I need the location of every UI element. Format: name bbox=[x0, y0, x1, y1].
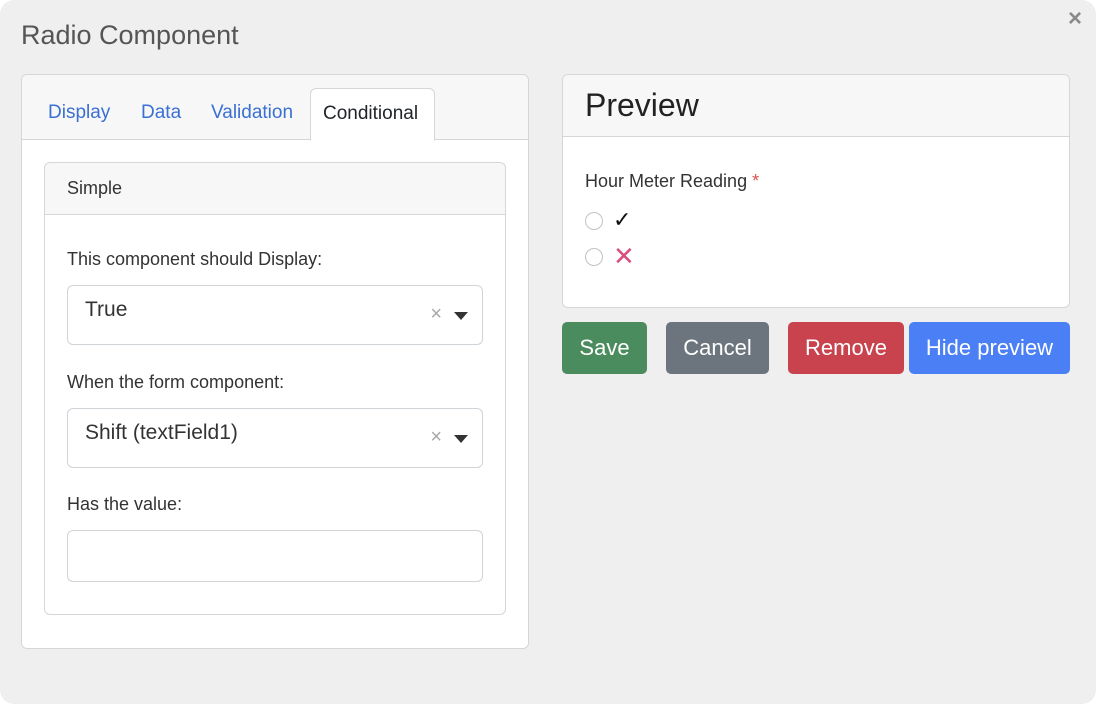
hide-preview-button[interactable]: Hide preview bbox=[909, 322, 1070, 374]
component-select[interactable]: Shift (textField1) × bbox=[67, 408, 483, 468]
chevron-down-icon[interactable] bbox=[454, 312, 468, 320]
clear-icon[interactable]: × bbox=[430, 427, 442, 447]
close-icon[interactable]: × bbox=[1062, 6, 1088, 32]
preview-panel: Preview Hour Meter Reading * ✓ ✕ bbox=[562, 74, 1070, 308]
simple-conditional-card: Simple This component should Display: Tr… bbox=[44, 162, 506, 615]
clear-icon[interactable]: × bbox=[430, 304, 442, 324]
component-select-value: Shift (textField1) bbox=[85, 421, 238, 444]
display-label: This component should Display: bbox=[67, 249, 323, 269]
cancel-button[interactable]: Cancel bbox=[666, 322, 769, 374]
value-input[interactable] bbox=[67, 530, 483, 582]
tab-bar: Display Data Validation Conditional bbox=[22, 75, 528, 141]
tab-validation[interactable]: Validation bbox=[199, 88, 305, 141]
required-marker: * bbox=[752, 171, 760, 191]
value-label: Has the value: bbox=[67, 494, 183, 514]
save-button[interactable]: Save bbox=[562, 322, 647, 374]
remove-button[interactable]: Remove bbox=[788, 322, 904, 374]
display-select-value: True bbox=[85, 298, 128, 321]
cross-icon: ✕ bbox=[613, 241, 635, 271]
dialog-title: Radio Component bbox=[21, 20, 239, 50]
preview-title: Preview bbox=[563, 75, 1069, 137]
tab-conditional[interactable]: Conditional bbox=[310, 88, 435, 141]
settings-panel: Display Data Validation Conditional Simp… bbox=[21, 74, 529, 649]
field-label-text: Hour Meter Reading bbox=[585, 171, 748, 191]
component-settings-dialog: × Radio Component Display Data Validatio… bbox=[0, 0, 1096, 704]
field-label: Hour Meter Reading * bbox=[585, 171, 759, 192]
tab-display[interactable]: Display bbox=[36, 88, 122, 141]
radio-button[interactable] bbox=[585, 212, 603, 230]
display-select[interactable]: True × bbox=[67, 285, 483, 345]
check-icon: ✓ bbox=[613, 207, 632, 232]
card-title: Simple bbox=[45, 163, 505, 215]
tab-data[interactable]: Data bbox=[129, 88, 193, 141]
component-label: When the form component: bbox=[67, 372, 285, 392]
chevron-down-icon[interactable] bbox=[454, 435, 468, 443]
radio-button[interactable] bbox=[585, 248, 603, 266]
